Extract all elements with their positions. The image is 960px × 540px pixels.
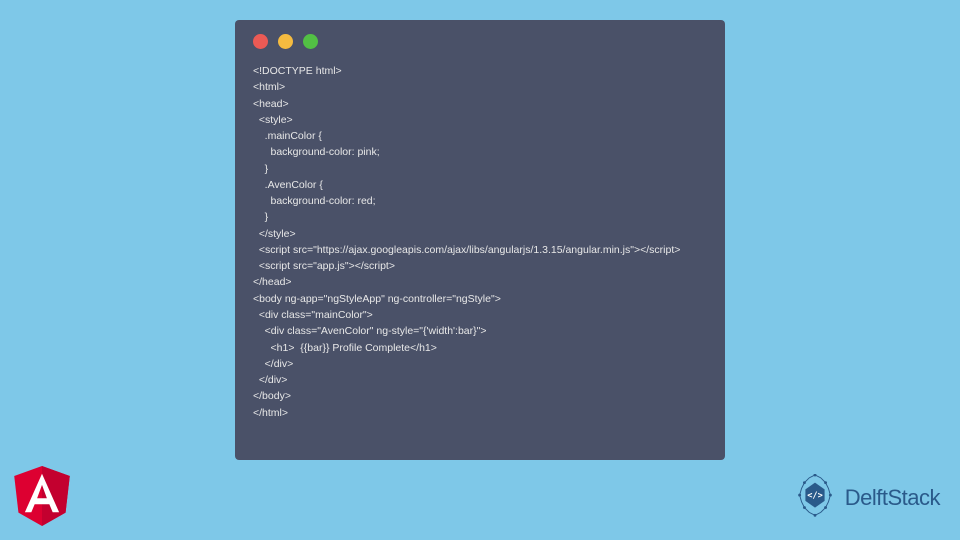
delftstack-logo: </> DelftStack bbox=[791, 474, 940, 522]
delftstack-badge-icon: </> bbox=[791, 474, 839, 522]
close-icon[interactable] bbox=[253, 34, 268, 49]
minimize-icon[interactable] bbox=[278, 34, 293, 49]
window-controls bbox=[253, 34, 707, 49]
angular-logo-icon bbox=[14, 466, 70, 526]
code-block: <!DOCTYPE html> <html> <head> <style> .m… bbox=[253, 63, 707, 421]
delftstack-text: DelftStack bbox=[845, 485, 940, 511]
code-editor-window: <!DOCTYPE html> <html> <head> <style> .m… bbox=[235, 20, 725, 460]
maximize-icon[interactable] bbox=[303, 34, 318, 49]
svg-text:</>: </> bbox=[807, 491, 823, 501]
